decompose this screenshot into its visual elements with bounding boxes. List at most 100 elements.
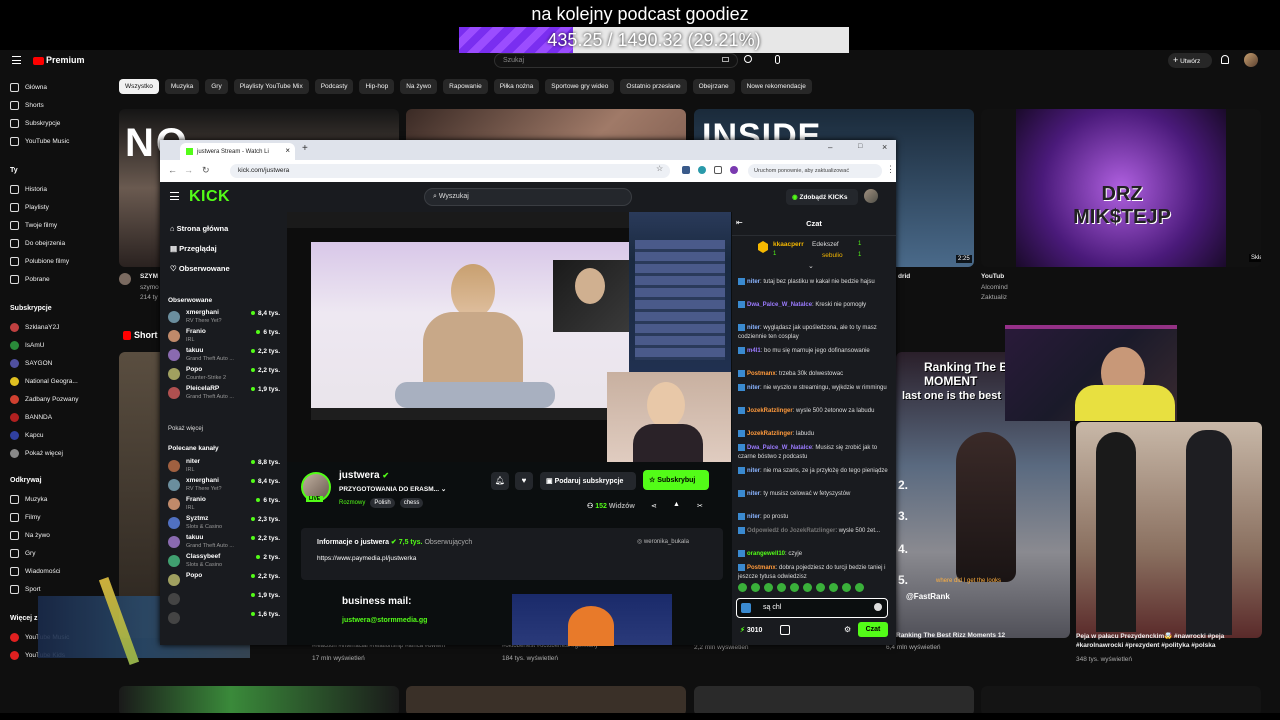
filter-chip[interactable]: Muzyka (164, 79, 200, 94)
keyboard-icon[interactable] (722, 57, 729, 62)
kick-logo[interactable]: KICK (189, 188, 230, 206)
sidebar-item[interactable]: Playlisty (10, 203, 49, 212)
create-button[interactable]: + Utwórz (1168, 53, 1212, 68)
sidebar-section-heading[interactable]: Ty (10, 167, 18, 174)
kick-menu-icon[interactable] (170, 192, 179, 200)
category-link[interactable]: Rozmowy (339, 500, 365, 506)
microphone-icon[interactable] (775, 55, 780, 64)
share-icon[interactable]: ⋖ (651, 502, 657, 510)
channel-item[interactable]: niter IRL 8,8 tys. (168, 457, 280, 477)
sidebar-section-heading[interactable]: Subskrypcje (10, 305, 52, 312)
sidebar-item[interactable]: Zadbany Pozwany (10, 395, 78, 404)
maximize-icon[interactable]: □ (858, 143, 862, 150)
video-controls[interactable] (311, 408, 629, 420)
sidebar-item[interactable]: Główna (10, 83, 47, 92)
sidebar-item[interactable]: YouTube Music (10, 137, 69, 146)
filter-chip[interactable]: Nowe rekomendacje (740, 79, 812, 94)
chat-username[interactable]: Postmanx (747, 565, 776, 571)
channel-avatar[interactable] (119, 273, 131, 285)
follow-heart-button[interactable]: ♥ (515, 472, 533, 490)
gift-icon[interactable] (780, 625, 790, 635)
filter-chip[interactable]: Gry (205, 79, 228, 94)
send-chat-button[interactable]: Czat (858, 622, 888, 637)
sidebar-item[interactable]: Na żywo (10, 531, 50, 540)
youtube-search-input[interactable]: Szukaj (494, 53, 738, 68)
nav-following[interactable]: ♡ Obserwowane (170, 264, 230, 273)
video-thumbnail-row3[interactable] (119, 686, 399, 716)
chat-settings-icon[interactable]: ⚙ (844, 625, 851, 634)
channel-item[interactable]: Classybeef Slots & Casino 2 tys. (168, 552, 280, 572)
bookmark-star-icon[interactable]: ☆ (656, 164, 663, 173)
filter-chip[interactable]: Hip-hop (359, 79, 395, 94)
sidebar-item[interactable]: Twoje filmy (10, 221, 57, 230)
short-thumbnail-peja[interactable] (1076, 422, 1262, 638)
chat-username[interactable]: orangewell10 (747, 551, 785, 557)
show-more-link[interactable]: Pokaż więcej (168, 426, 203, 432)
nav-home[interactable]: ⌂ Strona główna (170, 224, 228, 233)
channel-item[interactable]: PleiceIaRP Grand Theft Auto ... 1,9 tys. (168, 384, 280, 404)
filter-chip[interactable]: Playlisty YouTube Mix (233, 79, 309, 94)
sidebar-section-heading[interactable]: Więcej z (10, 615, 38, 622)
channel-item[interactable]: xmerghani RV There Yet? 8,4 tys. (168, 308, 280, 328)
channel-item[interactable]: Syztmz Slots & Casino 2,3 tys. (168, 514, 280, 534)
kick-user-avatar[interactable] (864, 189, 878, 203)
chat-username[interactable]: niter (747, 325, 760, 331)
streamer-name[interactable]: justwera ✔ (339, 470, 389, 481)
filter-chip[interactable]: Wszystko (119, 79, 159, 94)
profile-icon[interactable] (730, 166, 738, 174)
chat-username[interactable]: niter (747, 385, 760, 391)
chat-username[interactable]: JozekRatzlinger (747, 408, 793, 414)
tag-chip[interactable]: Polish (370, 498, 395, 508)
get-kicks-button[interactable]: ◉ Zdobądź KICKs (786, 189, 858, 205)
close-window-icon[interactable]: × (882, 142, 887, 152)
emote-icon[interactable] (764, 583, 773, 592)
browser-tab[interactable]: justwera Stream - Watch Li × (180, 143, 295, 160)
account-avatar[interactable] (1244, 53, 1258, 67)
emote-icon[interactable] (790, 583, 799, 592)
video-player[interactable] (287, 212, 731, 464)
kick-search-input[interactable]: ⌕ Wyszukaj (424, 188, 632, 206)
chevron-down-icon[interactable]: ⌄ (441, 486, 446, 493)
sidebar-item[interactable]: Historia (10, 185, 47, 194)
extensions-puzzle-icon[interactable] (714, 166, 722, 174)
channel-item[interactable]: takuu Grand Theft Auto ... 2,2 tys. (168, 533, 280, 553)
business-email[interactable]: justwera@stormmedia.gg (342, 617, 427, 624)
sidebar-item[interactable]: Sport (10, 585, 41, 594)
chat-username[interactable]: Postmanx (747, 371, 776, 377)
notification-bell-button[interactable]: 🔔︎ (491, 472, 509, 490)
sidebar-item[interactable]: Filmy (10, 513, 41, 522)
nav-browse[interactable]: ▤ Przeglądaj (170, 244, 217, 253)
channel-item[interactable]: Popo 2,2 tys. (168, 571, 280, 591)
gift-sub-button[interactable]: ▣ Podaruj subskrypcje (540, 472, 636, 490)
update-chrome-button[interactable]: Uruchom ponownie, aby zaktualizować (748, 164, 882, 178)
sidebar-item[interactable]: Shorts (10, 101, 44, 110)
youtube-logo[interactable]: Premium (33, 55, 85, 65)
reload-icon[interactable]: ↻ (202, 165, 210, 176)
emote-icon[interactable] (842, 583, 851, 592)
video-thumbnail-row3[interactable] (694, 686, 974, 716)
new-tab-icon[interactable]: + (302, 143, 308, 154)
chat-input[interactable]: są chl (736, 598, 888, 618)
chat-username[interactable]: niter (747, 279, 760, 285)
sidebar-item[interactable]: Do obejrzenia (10, 239, 65, 248)
filter-chip[interactable]: Obejrzane (692, 79, 735, 94)
chat-username[interactable]: niter (747, 468, 760, 474)
short-title[interactable]: Peja w pałacu Prezydenckim🤯 #nawrocki #p… (1076, 632, 1260, 650)
tag-chip[interactable]: chess (399, 498, 424, 508)
emote-icon[interactable] (829, 583, 838, 592)
sidebar-item[interactable]: SzklanaY2J (10, 323, 59, 332)
emote-icon[interactable] (777, 583, 786, 592)
video-channel[interactable]: Alcomind (981, 284, 1008, 291)
sidebar-item[interactable]: Pokaż więcej (10, 449, 63, 458)
bell-icon[interactable] (1221, 55, 1229, 64)
emote-icon[interactable] (855, 583, 864, 592)
channel-item[interactable]: Franio IRL 6 tys. (168, 495, 280, 515)
video-title[interactable]: YouTub (981, 273, 1004, 280)
short-title[interactable]: Ranking The Best Rizz Moments 12 (896, 632, 1005, 639)
channel-item[interactable]: 1,9 tys. (168, 590, 280, 610)
chat-username[interactable]: m4l1 (747, 348, 761, 354)
filter-chip[interactable]: Sportowe gry wideo (545, 79, 615, 94)
subscribe-button[interactable]: ☆ Subskrybuj (643, 470, 709, 490)
sidebar-item[interactable]: National Geogra... (10, 377, 78, 386)
channel-item[interactable]: 1,6 tys. (168, 609, 280, 629)
